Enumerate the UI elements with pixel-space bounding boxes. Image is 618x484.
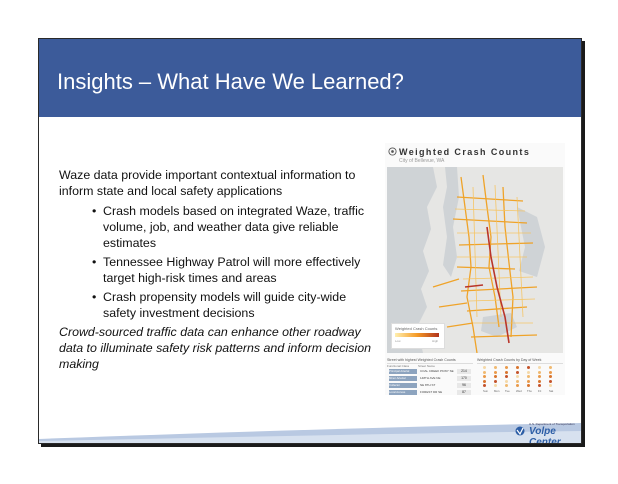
day-chart-dot — [549, 370, 552, 374]
day-label: Fri — [538, 389, 542, 393]
table-row[interactable]: Local Access FOREST DR SE 87 — [387, 389, 473, 396]
day-chart-dot — [516, 379, 519, 383]
day-chart-dot — [527, 375, 530, 378]
map-legend: Weighted Crash Counts Low High — [391, 323, 445, 349]
slide: Insights – What Have We Learned? Waze da… — [38, 38, 582, 444]
day-chart-dot — [538, 375, 541, 378]
day-chart-dot — [549, 384, 552, 387]
day-chart-dot — [516, 366, 519, 369]
volpe-emblem-icon — [515, 426, 525, 436]
dashboard-subtitle: City of Bellevue, WA — [399, 158, 445, 164]
day-chart-dot — [527, 366, 530, 369]
crash-map[interactable]: Weighted Crash Counts Low High — [387, 167, 563, 354]
day-label: Sun — [483, 389, 488, 393]
day-chart-dot — [494, 375, 497, 378]
day-chart-dot — [494, 384, 497, 387]
title-bar: Insights – What Have We Learned? — [39, 39, 581, 117]
day-label: Thu — [527, 389, 532, 393]
map-pin-icon — [388, 147, 397, 156]
day-chart-dot — [516, 375, 519, 378]
table-cell: Minor Arterial — [389, 376, 417, 381]
table-cell: Principal Arterial — [389, 369, 417, 374]
legend-low: Low — [395, 339, 401, 343]
table-cell: Local Access — [389, 390, 417, 395]
day-chart-dot — [505, 366, 508, 369]
table-cell: FOREST DR SE — [420, 390, 443, 394]
day-label: Mon — [494, 389, 500, 393]
table-cell: 148TH AVE NE — [420, 376, 441, 380]
day-chart-dot — [483, 384, 486, 387]
day-label: Tue — [505, 389, 510, 393]
day-chart-dot — [527, 370, 530, 374]
day-chart-dot — [516, 370, 519, 374]
day-chart-dot — [483, 375, 486, 378]
table-row[interactable]: Minor Arterial 148TH AVE NE 170 — [387, 375, 473, 382]
day-chart-dot — [483, 366, 486, 369]
street-table: Street with highest Weighted Crash Count… — [387, 357, 473, 395]
day-label: Wed — [516, 389, 522, 393]
table-cell: 214 — [457, 369, 471, 374]
table-row[interactable]: Collector NE 8TH ST 96 — [387, 382, 473, 389]
volpe-logo: U.S. Department of Transportation Volpe … — [515, 421, 579, 444]
bullet-list: Crash models based on integrated Waze, t… — [59, 203, 381, 321]
table-cell: COAL CREEK PKWY SE — [420, 369, 454, 373]
day-chart-dot — [538, 370, 541, 374]
legend-high: High — [432, 339, 439, 343]
day-chart-dot — [494, 370, 497, 374]
legend-label: Weighted Crash Counts — [395, 326, 438, 331]
slide-title: Insights – What Have We Learned? — [57, 69, 404, 94]
day-chart-dot — [527, 384, 530, 387]
day-chart-title: Weighted Crash Counts by Day of Week — [477, 357, 563, 364]
day-chart-dot — [516, 384, 519, 387]
legend-gradient — [395, 333, 439, 337]
table-cell: 87 — [457, 390, 471, 395]
day-chart-dot — [527, 379, 530, 383]
bullet-item: Crash models based on integrated Waze, t… — [92, 203, 381, 251]
dashboard-title: Weighted Crash Counts — [399, 147, 531, 157]
day-chart-dot — [505, 379, 508, 383]
day-chart-dot — [549, 379, 552, 383]
day-chart-dot — [538, 379, 541, 383]
day-chart-dot — [549, 366, 552, 369]
bullet-item: Tennessee Highway Patrol will more effec… — [92, 254, 381, 286]
day-chart-dot — [483, 379, 486, 383]
table-cell: NE 8TH ST — [420, 383, 436, 387]
crash-dashboard: Weighted Crash Counts City of Bellevue, … — [385, 143, 565, 395]
day-label: Sat — [549, 389, 554, 393]
table-cell: 170 — [457, 376, 471, 381]
conclusion-text: Crowd-sourced traffic data can enhance o… — [59, 325, 371, 371]
table-title: Street with highest Weighted Crash Count… — [387, 357, 473, 364]
day-chart-dot — [494, 379, 497, 383]
day-chart-dot — [505, 375, 508, 378]
day-chart-dot — [494, 366, 497, 369]
intro-text: Waze data provide important contextual i… — [59, 168, 356, 198]
day-chart-dot — [549, 375, 552, 378]
footer-band — [39, 423, 581, 443]
logo-name: Volpe Center — [529, 426, 561, 444]
day-chart-dot — [483, 370, 486, 374]
bullet-item: Crash propensity models will guide city-… — [92, 289, 381, 321]
day-chart-dot — [505, 384, 508, 387]
day-of-week-chart: Weighted Crash Counts by Day of Week Sun… — [477, 357, 563, 395]
table-row[interactable]: Principal Arterial COAL CREEK PKWY SE 21… — [387, 368, 473, 375]
table-cell: 96 — [457, 383, 471, 388]
day-chart-dot — [505, 370, 508, 374]
table-cell: Collector — [389, 383, 417, 388]
slide-body: Waze data provide important contextual i… — [59, 167, 381, 374]
day-chart-dot — [538, 384, 541, 387]
day-chart-dot — [538, 366, 541, 369]
